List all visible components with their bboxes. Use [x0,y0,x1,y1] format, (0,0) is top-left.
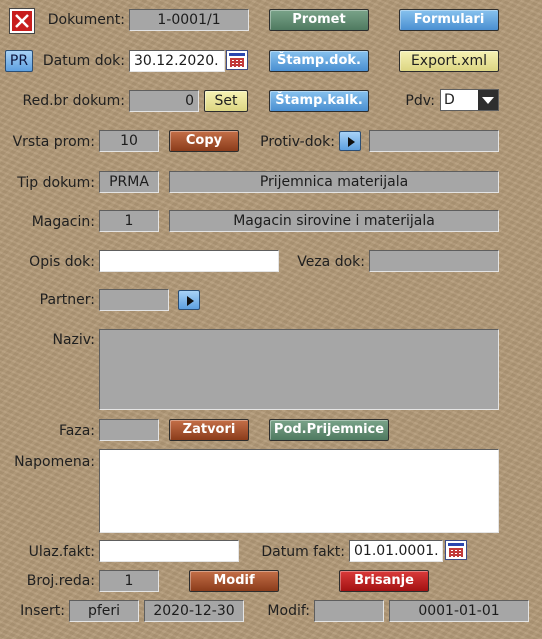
vrsta-prom-label: Vrsta prom: [12,134,95,150]
tip-dokum-name-field: Prijemnica materijala [169,171,499,193]
faza-label: Faza: [59,423,95,439]
ulaz-fakt-label: Ulaz.fakt: [28,544,95,560]
broj-reda-field[interactable]: 1 [99,570,159,592]
insert-label: Insert: [20,603,65,619]
magacin-name-field: Magacin sirovine i materijala [169,210,499,232]
ulaz-fakt-field[interactable] [99,540,239,562]
set-button[interactable]: Set [204,90,248,112]
broj-reda-label: Broj.reda: [26,573,95,589]
naziv-field[interactable] [99,329,499,410]
partner-arrow-icon[interactable] [178,290,200,310]
magacin-code-field[interactable]: 1 [99,210,159,232]
brisanje-button[interactable]: Brisanje [339,570,429,592]
datum-dok-label: Datum dok: [42,53,125,69]
pod-prijemnice-button[interactable]: Pod.Prijemnice [269,419,389,441]
vrsta-prom-field[interactable]: 10 [99,130,159,152]
formulari-button[interactable]: Formulari [399,9,499,31]
pdv-value: D [444,92,455,108]
insert-user-field: pferi [69,600,139,622]
zatvori-button[interactable]: Zatvori [169,419,249,441]
napomena-label: Napomena: [14,454,95,470]
modif-user-field [314,600,384,622]
datum-dok-field[interactable]: 30.12.2020. [129,50,225,72]
opis-dok-label: Opis dok: [29,254,95,270]
promet-button[interactable]: Promet [269,9,369,31]
magacin-label: Magacin: [31,214,95,230]
tip-dokum-label: Tip dokum: [17,175,95,191]
calendar-icon[interactable] [226,50,248,70]
veza-dok-label: Veza dok: [297,254,365,270]
pdv-label: Pdv: [405,93,435,109]
protiv-dok-field[interactable] [369,130,499,152]
chevron-down-icon[interactable] [478,90,498,110]
modif-button[interactable]: Modif [189,570,279,592]
stamp-dok-button[interactable]: Štamp.dok. [269,50,369,72]
close-button[interactable] [9,8,35,34]
veza-dok-field[interactable] [369,250,499,272]
naziv-label: Naziv: [52,332,95,348]
modif-date-field: 0001-01-01 [389,600,529,622]
opis-dok-field[interactable] [99,250,279,272]
insert-date-field: 2020-12-30 [144,600,244,622]
close-icon [15,14,29,28]
datum-fakt-label: Datum fakt: [261,544,345,560]
faza-field[interactable] [99,419,159,441]
partner-field[interactable] [99,289,169,311]
datum-fakt-field[interactable]: 01.01.0001. [349,540,443,562]
pdv-select[interactable]: D [440,89,499,111]
calendar-icon[interactable] [445,540,467,560]
stamp-kalk-button[interactable]: Štamp.kalk. [269,90,369,112]
dokument-label: Dokument: [47,12,125,28]
modif-label: Modif: [267,603,310,619]
protiv-dok-arrow-icon[interactable] [339,131,361,151]
export-xml-button[interactable]: Export.xml [399,50,499,72]
pr-button[interactable]: PR [5,50,33,72]
dokument-field[interactable]: 1-0001/1 [129,9,249,31]
red-br-dokum-label: Red.br dokum: [22,93,126,109]
copy-button[interactable]: Copy [169,130,239,152]
red-br-dokum-field[interactable]: 0 [129,90,199,112]
tip-dokum-code-field[interactable]: PRMA [99,171,159,193]
protiv-dok-label: Protiv-dok: [260,134,335,150]
partner-label: Partner: [39,292,95,308]
napomena-field[interactable] [99,449,499,533]
